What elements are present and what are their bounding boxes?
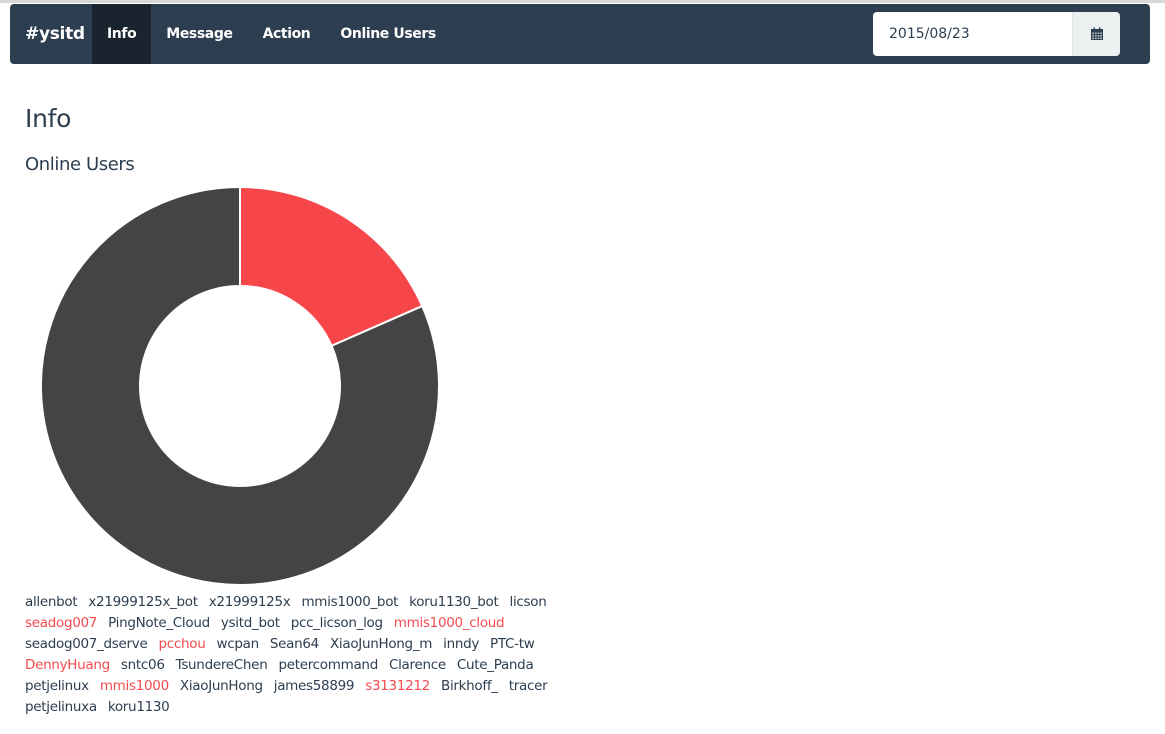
- window-top-border: [0, 0, 1165, 3]
- nav-tab-action[interactable]: Action: [248, 4, 326, 64]
- section-title: Online Users: [25, 154, 135, 175]
- user-item: XiaoJunHong: [179, 678, 263, 694]
- user-item: DennyHuang: [25, 657, 110, 673]
- user-item: koru1130_bot: [409, 594, 499, 610]
- navbar: #ysitd Info Message Action Online Users: [10, 4, 1150, 64]
- nav-tab-info[interactable]: Info: [92, 4, 152, 64]
- user-item: mmis1000: [99, 678, 169, 694]
- user-item: allenbot: [25, 594, 78, 610]
- user-item: Birkhoff_: [440, 678, 498, 694]
- nav-tab-online-users[interactable]: Online Users: [325, 4, 450, 64]
- user-item: Clarence: [388, 657, 446, 673]
- user-item: s3131212: [365, 678, 430, 694]
- user-item: XiaoJunHong_m: [329, 636, 433, 652]
- user-item: mmis1000_bot: [301, 594, 399, 610]
- date-picker: [873, 12, 1120, 56]
- user-item: mmis1000_cloud: [393, 615, 505, 631]
- user-item: seadog007: [25, 615, 98, 631]
- user-item: pcc_licson_log: [290, 615, 383, 631]
- online-user-list: allenbot x21999125x_bot x21999125x mmis1…: [25, 592, 585, 718]
- page-title: Info: [25, 104, 72, 133]
- user-item: licson: [509, 594, 547, 610]
- user-item: tracer: [508, 678, 548, 694]
- user-item: james58899: [273, 678, 355, 694]
- user-item: Cute_Panda: [456, 657, 534, 673]
- user-item: petjelinuxa: [25, 699, 97, 715]
- calendar-icon: [1090, 27, 1103, 40]
- calendar-button[interactable]: [1073, 12, 1120, 56]
- user-item: inndy: [443, 636, 480, 652]
- user-item: x21999125x_bot: [88, 594, 198, 610]
- nav-tab-message[interactable]: Message: [151, 4, 247, 64]
- user-item: pcchou: [158, 636, 206, 652]
- user-item: PTC-tw: [490, 636, 535, 652]
- user-item: seadog007_dserve: [25, 636, 148, 652]
- user-item: sntc06: [120, 657, 165, 673]
- user-item: koru1130: [107, 699, 170, 715]
- user-item: petercommand: [278, 657, 378, 673]
- user-item: petjelinux: [25, 678, 89, 694]
- online-users-donut-chart: [40, 186, 440, 586]
- date-input[interactable]: [873, 12, 1073, 56]
- user-item: x21999125x: [208, 594, 291, 610]
- user-item: wcpan: [216, 636, 259, 652]
- user-item: PingNote_Cloud: [108, 615, 210, 631]
- user-item: TsundereChen: [175, 657, 268, 673]
- user-item: ysitd_bot: [220, 615, 280, 631]
- user-item: Sean64: [269, 636, 319, 652]
- brand-link[interactable]: #ysitd: [10, 4, 92, 64]
